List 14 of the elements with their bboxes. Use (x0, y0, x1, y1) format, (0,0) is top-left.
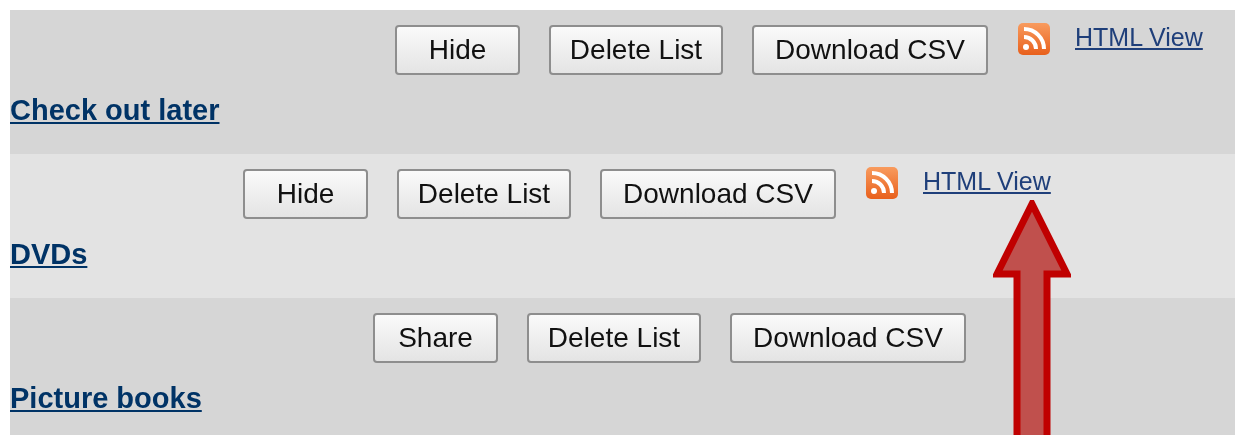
list-button[interactable]: Download CSV (730, 313, 966, 363)
html-view-link[interactable]: HTML View (923, 163, 1051, 201)
html-view-link[interactable]: HTML View (1075, 19, 1203, 57)
list-button[interactable]: Delete List (549, 25, 723, 75)
list-title-link[interactable]: DVDs (10, 233, 88, 277)
list-button[interactable]: Download CSV (600, 169, 836, 219)
list-title-link[interactable]: Picture books (10, 377, 202, 421)
list-button[interactable]: Delete List (527, 313, 701, 363)
list-button[interactable]: Hide (395, 25, 520, 75)
list-button[interactable]: Hide (243, 169, 368, 219)
list-button[interactable]: Download CSV (752, 25, 988, 75)
list-button[interactable]: Share (373, 313, 498, 363)
list-title-link[interactable]: Check out later (10, 89, 220, 133)
list-button[interactable]: Delete List (397, 169, 571, 219)
